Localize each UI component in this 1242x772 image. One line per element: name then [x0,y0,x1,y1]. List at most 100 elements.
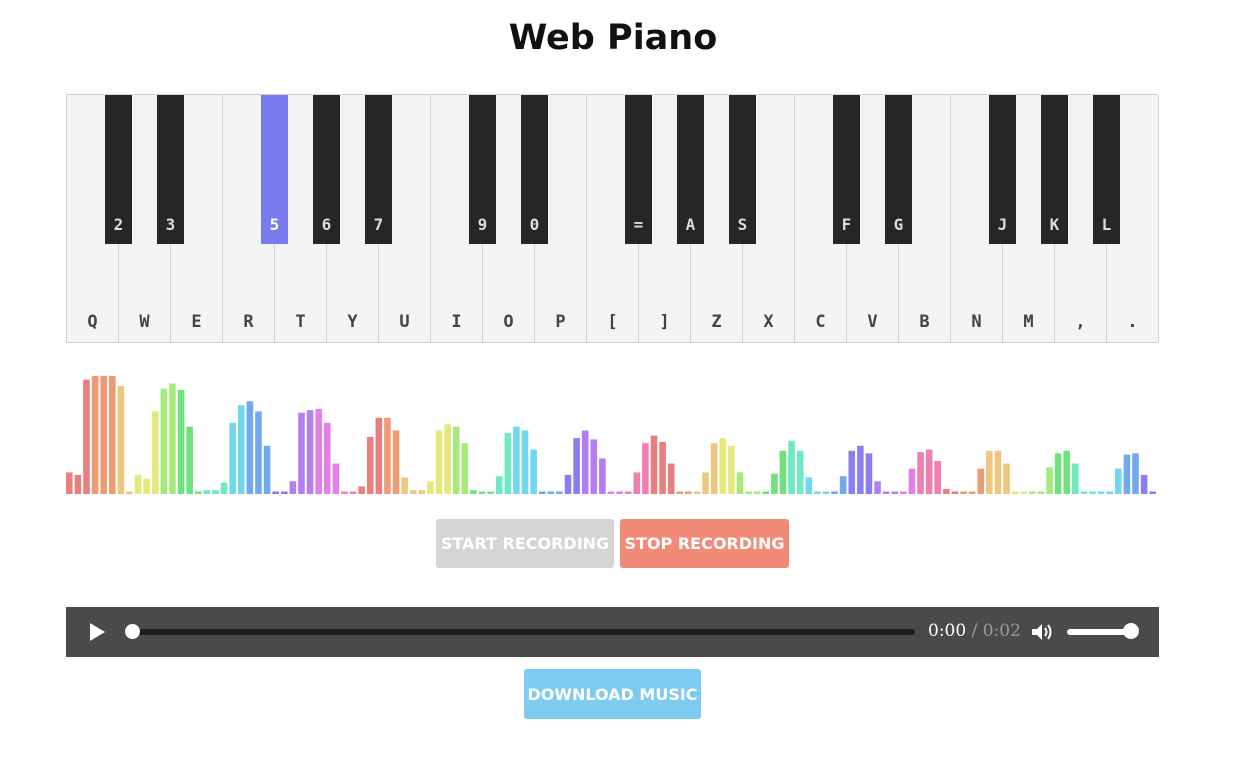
visualizer-bar [762,491,770,494]
black-key-label: 7 [373,215,384,234]
black-key[interactable]: 2 [105,95,132,244]
visualizer-bar [951,491,959,494]
volume-icon[interactable] [1030,621,1054,643]
black-key[interactable]: 3 [157,95,184,244]
visualizer-bar [642,443,649,494]
visualizer-bar [306,410,314,494]
visualizer-bar [108,375,116,494]
visualizer-bar [693,491,701,494]
visualizer-bar [564,474,572,494]
visualizer-bar [229,422,236,494]
visualizer-bar [91,375,99,494]
visualizer-bar [1106,491,1114,494]
visualizer-bar [117,386,125,494]
time-display: 0:00 / 0:02 [928,621,1021,641]
visualizer-bar [126,491,133,494]
visualizer-bar [315,408,322,494]
white-key-label: P [555,312,566,332]
visualizer-bar [246,401,254,494]
visualizer-bar [573,438,580,494]
visualizer-bar [298,412,305,494]
visualizer-bar [478,491,486,494]
visualizer-bar [74,474,82,494]
visualizer-bar [160,388,168,494]
volume-thumb[interactable] [1123,623,1139,639]
seek-thumb[interactable] [125,624,140,639]
visualizer-bar [401,477,408,494]
black-key-label: S [737,215,748,234]
black-key[interactable]: F [833,95,860,244]
visualizer-bar [994,450,1002,494]
visualizer-bar [822,491,830,494]
visualizer-bar [865,453,873,494]
visualizer-bar [427,481,434,494]
visualizer-bar [719,438,727,494]
visualizer-bar [452,426,460,494]
black-key[interactable]: G [885,95,912,244]
visualizer-bar [530,449,537,494]
black-key-label: F [841,215,852,234]
black-key[interactable]: 0 [521,95,548,244]
black-key-label: 2 [113,215,124,234]
visualizer-bar [435,430,443,494]
black-key[interactable]: K [1041,95,1068,244]
visualizer-bar [943,488,950,494]
visualizer-bar [607,491,615,494]
visualizer-bar [796,450,804,494]
black-key[interactable]: J [989,95,1016,244]
visualizer-bar [418,490,426,494]
visualizer-bar [685,491,692,494]
visualizer-bar [538,491,546,494]
white-key-label: R [243,312,254,332]
visualizer-bar [186,426,193,494]
visualizer-bar [212,490,219,494]
visualizer-bar [805,477,813,494]
white-key-label: , [1075,312,1086,332]
black-key[interactable]: L [1093,95,1120,244]
seek-bar[interactable] [133,629,915,635]
visualizer-bar [599,458,606,494]
visualizer-bar [779,450,787,494]
visualizer-bar [1115,468,1122,494]
black-key[interactable]: S [729,95,756,244]
visualizer-bar [977,468,985,494]
black-key-active[interactable]: 5 [261,95,288,244]
visualizer-bar [1140,474,1148,494]
white-key-label: [ [607,312,618,332]
visualizer-bar [1037,491,1045,494]
visualizer-bar [349,491,357,494]
black-key[interactable]: A [677,95,704,244]
visualizer-bar [934,460,942,494]
black-key-label: K [1049,215,1060,234]
start-recording-button[interactable]: START RECORDING [436,519,614,568]
black-key-label: J [997,215,1008,234]
duration: 0:02 [982,621,1021,641]
visualizer-bar [1046,467,1053,494]
white-key-label: Q [87,312,98,332]
visualizer-bar [624,491,632,494]
visualizer-bar [272,491,279,494]
black-key-label: 5 [269,215,280,234]
visualizer-bar [177,389,185,494]
volume-slider[interactable] [1067,629,1131,635]
visualizer-bar [659,441,666,494]
visualizer-bar [461,443,469,494]
black-key[interactable]: 6 [313,95,340,244]
download-music-button[interactable]: DOWNLOAD MUSIC [524,669,701,719]
black-key[interactable]: 7 [365,95,392,244]
white-key-label: V [867,312,878,332]
visualizer-bar [1072,463,1079,494]
time-separator: / [966,621,983,641]
white-key-label: ] [659,312,670,332]
play-icon[interactable] [87,622,107,642]
visualizer-bar [220,482,228,494]
stop-recording-button[interactable]: STOP RECORDING [620,519,789,568]
visualizer-bar [66,472,73,494]
visualizer-bar [831,491,838,494]
visualizer-bar [590,439,598,494]
visualizer-bar [917,452,924,494]
visualizer-bar [358,486,365,494]
black-key[interactable]: 9 [469,95,496,244]
visualizer-bar [753,491,761,494]
black-key[interactable]: = [625,95,652,244]
